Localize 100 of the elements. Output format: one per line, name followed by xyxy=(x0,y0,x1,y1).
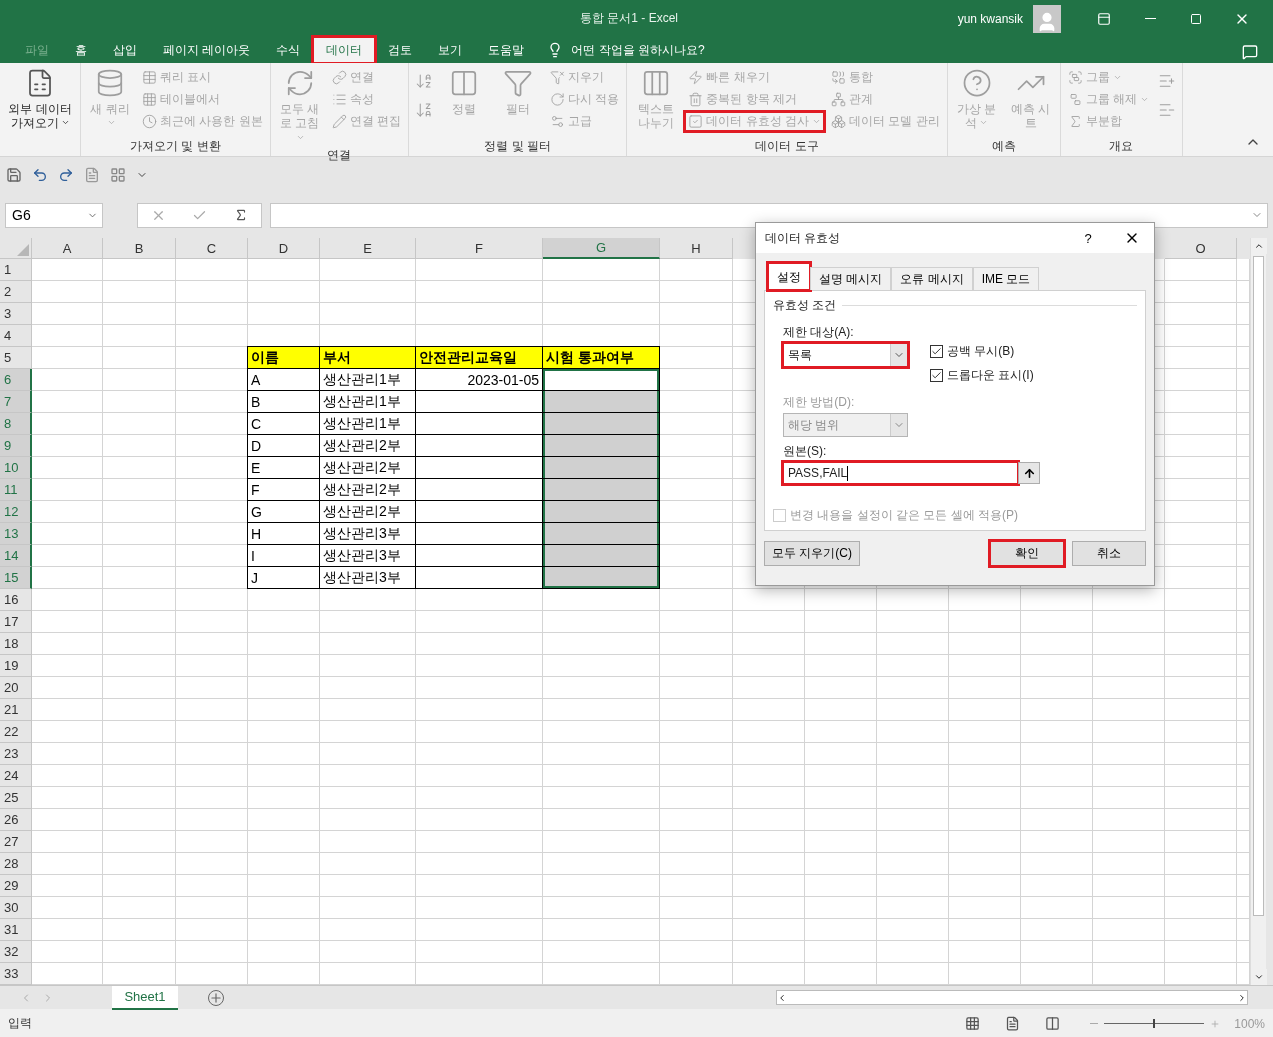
row-header[interactable]: 33 xyxy=(0,963,32,985)
ribbon-tab[interactable]: 삽입 xyxy=(100,37,150,63)
selected-cell[interactable] xyxy=(543,567,660,589)
group-title: 유효성 조건 xyxy=(773,297,837,314)
row-header[interactable]: 12 xyxy=(0,501,32,523)
sheet-tab[interactable]: Sheet1 xyxy=(112,985,178,1010)
cancel-button[interactable]: 취소 xyxy=(1072,541,1146,566)
row-header[interactable]: 19 xyxy=(0,655,32,677)
selected-cell[interactable] xyxy=(543,501,660,523)
row-header[interactable]: 26 xyxy=(0,809,32,831)
selected-cell[interactable] xyxy=(543,545,660,567)
column-header[interactable]: B xyxy=(103,238,176,259)
column-header[interactable]: D xyxy=(248,238,320,259)
group-label: 연결 xyxy=(326,147,353,165)
undo-icon[interactable] xyxy=(32,166,48,183)
save-icon[interactable] xyxy=(6,166,22,183)
table-cell: D xyxy=(247,435,320,457)
row-header[interactable]: 22 xyxy=(0,721,32,743)
selected-cell[interactable] xyxy=(543,523,660,545)
button-label: 새 쿼리 xyxy=(85,102,135,131)
row-header[interactable]: 13 xyxy=(0,523,32,545)
ribbon-tab[interactable]: 검토 xyxy=(375,37,426,63)
row-header[interactable]: 11 xyxy=(0,479,32,501)
selected-cell[interactable] xyxy=(543,413,660,435)
help-button[interactable]: ? xyxy=(1066,223,1110,253)
row-header[interactable]: 28 xyxy=(0,853,32,875)
dialog-tab[interactable]: 오류 메시지 xyxy=(891,267,973,290)
form-icon[interactable] xyxy=(110,166,126,183)
row-header[interactable]: 25 xyxy=(0,787,32,809)
ok-button[interactable]: 확인 xyxy=(990,541,1064,566)
row-header[interactable]: 10 xyxy=(0,457,32,479)
column-header[interactable]: H xyxy=(660,238,733,259)
table-cell: 2023-01-05 xyxy=(416,369,543,391)
checkbox[interactable]: 드롭다운 표시(I) xyxy=(930,367,1034,384)
row-header[interactable]: 21 xyxy=(0,699,32,721)
column-header[interactable]: G xyxy=(543,238,660,259)
slider-thumb[interactable] xyxy=(1153,1019,1156,1028)
row-header[interactable]: 30 xyxy=(0,897,32,919)
table-icon xyxy=(142,70,157,85)
redo-icon[interactable] xyxy=(58,166,74,183)
page-break-icon[interactable] xyxy=(1045,1016,1061,1031)
dialog-tab[interactable]: IME 모드 xyxy=(972,267,1040,290)
column-header[interactable]: E xyxy=(320,238,416,259)
table-cell: 생산관리3부 xyxy=(320,545,416,567)
selected-cell[interactable] xyxy=(543,435,660,457)
dialog-tab[interactable]: 설정 xyxy=(768,263,810,290)
row-header[interactable]: 7 xyxy=(0,391,32,413)
ribbon-tab[interactable]: 홈 xyxy=(62,37,100,63)
formula-input[interactable] xyxy=(270,202,1268,228)
ribbon-tab[interactable]: 수식 xyxy=(263,37,314,63)
active-cell[interactable] xyxy=(543,369,660,391)
normal-view-icon[interactable] xyxy=(965,1016,981,1031)
row-header[interactable]: 4 xyxy=(0,325,32,347)
clear-all-button[interactable]: 모두 지우기(C) xyxy=(764,541,860,566)
column-header[interactable]: A xyxy=(32,238,103,259)
row-header[interactable]: 8 xyxy=(0,413,32,435)
collapse-dialog-button[interactable] xyxy=(1018,462,1040,484)
row-header[interactable]: 16 xyxy=(0,589,32,611)
page-layout-icon[interactable] xyxy=(1005,1016,1021,1031)
vertical-scrollbar[interactable] xyxy=(1250,238,1266,985)
column-header[interactable]: C xyxy=(176,238,248,259)
allow-dropdown[interactable]: 목록 xyxy=(783,343,908,367)
name-box[interactable]: G6 xyxy=(5,202,103,228)
row-header[interactable]: 23 xyxy=(0,743,32,765)
selected-cell[interactable] xyxy=(543,457,660,479)
row-header[interactable]: 31 xyxy=(0,919,32,941)
row-header[interactable]: 1 xyxy=(0,259,32,281)
checkbox[interactable]: 공백 무시(B) xyxy=(930,343,1015,360)
scroll-left-icon xyxy=(777,992,787,1003)
function-icon[interactable] xyxy=(84,166,100,183)
scroll-thumb[interactable] xyxy=(1253,256,1264,916)
search-field[interactable]: 어떤 작업을 원하시나요? xyxy=(571,41,705,59)
selected-cell[interactable] xyxy=(543,479,660,501)
group-label: 개요 xyxy=(1108,138,1135,155)
row-header[interactable]: 20 xyxy=(0,677,32,699)
row-header[interactable]: 6 xyxy=(0,369,32,391)
horizontal-scrollbar[interactable] xyxy=(776,990,1248,1005)
row-header[interactable]: 29 xyxy=(0,875,32,897)
source-input-field[interactable]: PASS,FAIL xyxy=(783,462,1018,484)
selected-cell[interactable] xyxy=(543,391,660,413)
row-header[interactable]: 14 xyxy=(0,545,32,567)
row-header[interactable]: 2 xyxy=(0,281,32,303)
row-header[interactable]: 18 xyxy=(0,633,32,655)
ribbon-tab[interactable]: 데이터 xyxy=(313,37,376,63)
ribbon-tab[interactable]: 페이지 레이아웃 xyxy=(150,37,264,63)
table-header-cell: 안전관리교육일 xyxy=(416,346,543,369)
row-header[interactable]: 24 xyxy=(0,765,32,787)
row-header[interactable]: 15 xyxy=(0,567,32,589)
dialog-tab[interactable]: 설명 메시지 xyxy=(810,267,892,290)
ribbon-button[interactable]: 외부 데이터 가져오기 xyxy=(4,66,76,138)
row-header[interactable]: 5 xyxy=(0,347,32,369)
column-header[interactable]: O xyxy=(1165,238,1237,259)
row-header[interactable]: 17 xyxy=(0,611,32,633)
ribbon-tab[interactable]: 도움말 xyxy=(475,37,538,63)
row-header[interactable]: 9 xyxy=(0,435,32,457)
row-header[interactable]: 27 xyxy=(0,831,32,853)
ribbon-tab[interactable]: 보기 xyxy=(425,37,476,63)
row-header[interactable]: 32 xyxy=(0,941,32,963)
column-header[interactable]: F xyxy=(416,238,543,259)
row-header[interactable]: 3 xyxy=(0,303,32,325)
